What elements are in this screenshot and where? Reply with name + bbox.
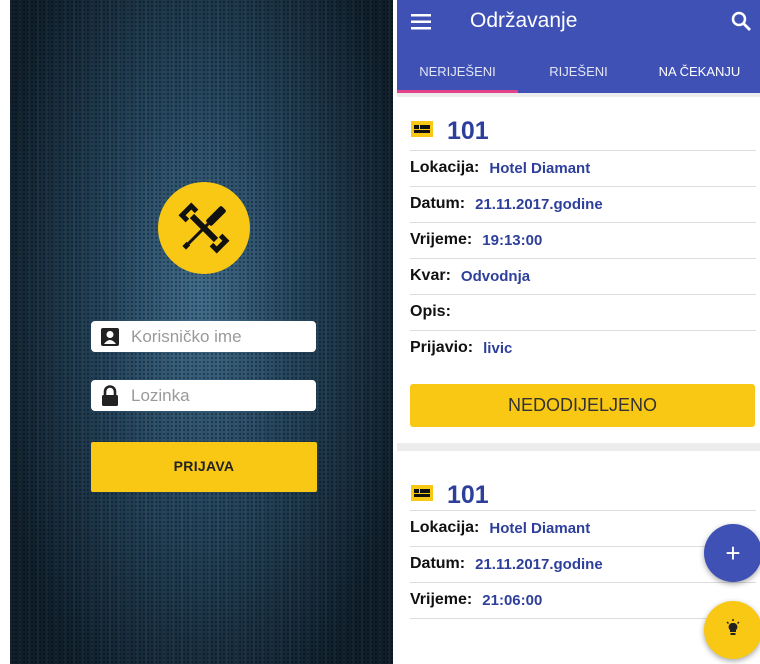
login-button[interactable]: PRIJAVA xyxy=(91,442,317,492)
password-field[interactable] xyxy=(91,380,316,411)
row-key: Opis: xyxy=(410,303,451,320)
row-value: Hotel Diamant xyxy=(489,159,591,177)
row-key: Prijavio: xyxy=(410,339,474,356)
tools-icon xyxy=(158,182,250,274)
app-bar: Održavanje xyxy=(397,0,760,50)
bed-icon xyxy=(411,485,433,506)
page-title: Održavanje xyxy=(470,9,578,32)
plus-icon: + xyxy=(725,537,741,568)
row-value: 19:13:00 xyxy=(482,231,543,249)
row-value: Odvodnja xyxy=(460,267,531,285)
tab-rijeseni[interactable]: RIJEŠENI xyxy=(518,50,639,93)
lightbulb-icon xyxy=(725,618,741,642)
password-input[interactable] xyxy=(125,385,311,406)
row-key: Vrijeme: xyxy=(410,591,473,608)
row-value: livic xyxy=(483,339,513,357)
row-key: Datum: xyxy=(410,555,466,572)
username-input[interactable] xyxy=(125,326,311,347)
room-number: 101 xyxy=(447,481,489,509)
search-icon[interactable] xyxy=(730,10,752,37)
lightbulb-button[interactable] xyxy=(704,601,760,659)
row-value: Hotel Diamant xyxy=(489,519,591,537)
row-key: Lokacija: xyxy=(410,519,480,536)
tab-na-cekanju[interactable]: NA ČEKANJU xyxy=(639,50,760,93)
add-button[interactable]: + xyxy=(704,524,760,582)
username-field[interactable] xyxy=(91,321,316,352)
detail-row-time: Vrijeme: 19:13:00 xyxy=(410,222,756,257)
row-key: Vrijeme: xyxy=(410,231,473,248)
login-screen: PRIJAVA xyxy=(10,0,393,664)
person-icon xyxy=(95,327,125,347)
status-button[interactable]: NEDODIJELJENO xyxy=(410,384,755,427)
tab-bar: NERIJEŠENI RIJEŠENI NA ČEKANJU xyxy=(397,50,760,93)
row-value: 21:06:00 xyxy=(482,591,543,609)
detail-row-date: Datum: 21.11.2017.godine xyxy=(410,186,756,221)
room-number: 101 xyxy=(447,117,489,145)
bed-icon xyxy=(411,121,433,142)
detail-row-description: Opis: xyxy=(410,294,756,329)
row-key: Kvar: xyxy=(410,267,451,284)
detail-row-location: Lokacija: Hotel Diamant xyxy=(410,150,756,185)
detail-row-time: Vrijeme: 21:06:00 xyxy=(410,582,756,617)
menu-icon[interactable] xyxy=(411,13,431,36)
row-key: Datum: xyxy=(410,195,466,212)
row-value: 21.11.2017.godine xyxy=(475,195,603,213)
ticket-card[interactable]: 101 Lokacija: Hotel Diamant Datum: 21.11… xyxy=(397,97,760,443)
row-value: 21.11.2017.godine xyxy=(475,555,603,573)
detail-row-location: Lokacija: Hotel Diamant xyxy=(410,510,756,545)
room-header: 101 xyxy=(411,481,489,510)
lock-icon xyxy=(95,384,125,407)
tab-nerijeseni[interactable]: NERIJEŠENI xyxy=(397,50,518,93)
detail-row-reporter: Prijavio: livic xyxy=(410,330,756,365)
detail-row-fault: Kvar: Odvodnja xyxy=(410,258,756,293)
row-key: Lokacija: xyxy=(410,159,480,176)
room-header: 101 xyxy=(411,117,489,146)
maintenance-app: Održavanje NERIJEŠENI RIJEŠENI NA ČEKANJ… xyxy=(397,0,760,664)
